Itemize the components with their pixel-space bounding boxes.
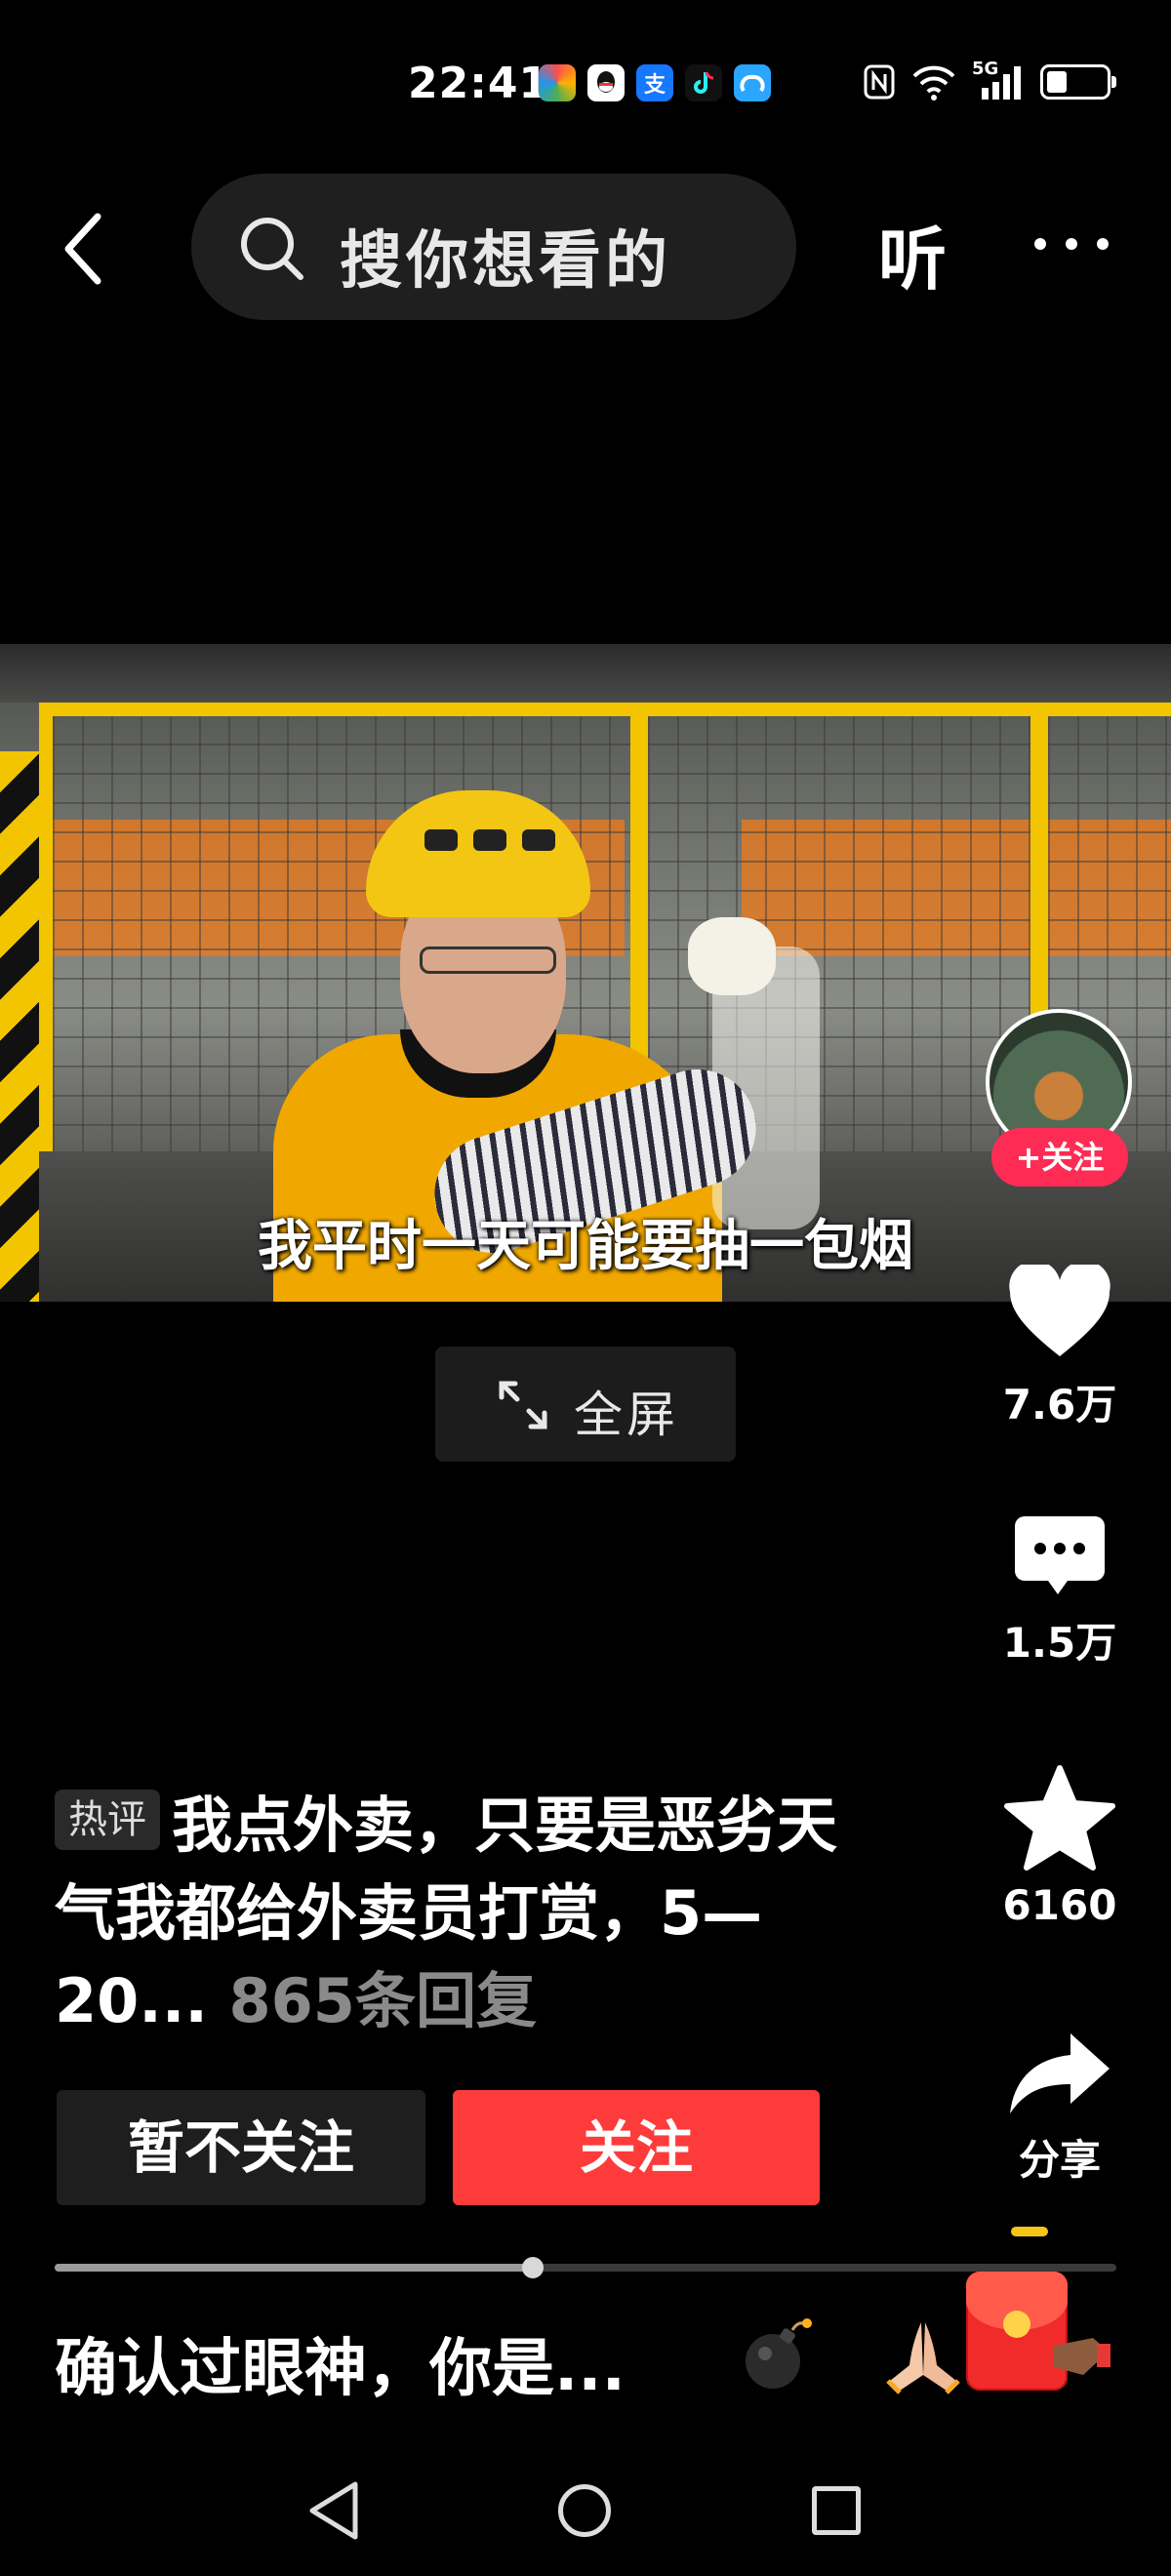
follow-button[interactable]: 关注	[453, 2090, 820, 2205]
listen-button[interactable]: 听	[878, 205, 947, 303]
qq-icon	[587, 64, 625, 101]
video-progress-bar[interactable]	[55, 2257, 1116, 2278]
fullscreen-label: 全屏	[574, 1387, 679, 1443]
comment-button[interactable]: 1.5万	[976, 1512, 1144, 1670]
follow-author-button[interactable]: +关注	[991, 1128, 1128, 1187]
cloud-icon	[734, 64, 771, 101]
progress-marker	[1011, 2227, 1048, 2236]
favorite-count: 6160	[1002, 1881, 1117, 1929]
pray-emoji-icon[interactable]	[882, 2316, 964, 2395]
handshake-emoji-icon[interactable]	[1054, 2316, 1112, 2395]
wifi-icon	[912, 65, 955, 101]
5g-signal-icon: 5G	[972, 59, 1027, 101]
like-count: 7.6万	[1002, 1381, 1117, 1429]
back-button[interactable]	[55, 205, 113, 293]
favorite-button[interactable]: 6160	[976, 1764, 1144, 1929]
nfc-icon	[864, 64, 895, 100]
share-button[interactable]: 分享	[976, 2030, 1144, 2187]
progress-fill	[55, 2264, 533, 2272]
status-time: 22:41	[408, 59, 550, 108]
hot-comment[interactable]: 热评 我点外卖，只要是恶劣天气我都给外卖员打赏，5—20... 865条回复	[55, 1782, 855, 2045]
status-bar: 22:41 支 5G	[0, 0, 1171, 166]
alipay-icon: 支	[636, 64, 673, 101]
search-placeholder: 搜你想看的	[340, 225, 671, 298]
hot-comment-tag: 热评	[55, 1790, 160, 1850]
not-now-button[interactable]: 暂不关注	[57, 2090, 425, 2205]
nav-home-icon[interactable]	[558, 2484, 611, 2537]
bottom-caption[interactable]: 确认过眼神，你是...	[55, 2318, 626, 2408]
nav-back-icon[interactable]	[304, 2478, 363, 2543]
notification-app-icons: 支	[539, 64, 771, 101]
expand-icon	[499, 1381, 547, 1429]
system-status-icons: 5G	[863, 59, 1116, 101]
search-icon	[241, 218, 303, 280]
star-icon	[1004, 1765, 1115, 1871]
signal-label: 5G	[972, 59, 999, 79]
red-packet-icon[interactable]	[966, 2272, 1068, 2391]
chevron-left-icon	[64, 213, 101, 285]
bomb-emoji-icon[interactable]	[738, 2316, 816, 2395]
search-input[interactable]: 搜你想看的	[191, 174, 796, 320]
share-label: 分享	[1018, 2136, 1101, 2184]
comment-count: 1.5万	[1002, 1619, 1117, 1667]
fullscreen-button[interactable]: 全屏	[435, 1347, 736, 1462]
comment-icon	[1015, 1516, 1105, 1594]
like-button[interactable]: 7.6万	[976, 1265, 1144, 1431]
more-options-icon[interactable]	[1034, 238, 1109, 250]
nav-recents-icon[interactable]	[812, 2486, 861, 2535]
battery-icon	[1040, 64, 1116, 100]
reply-count[interactable]: 865条回复	[229, 1965, 537, 2036]
share-arrow-icon	[1010, 2033, 1110, 2113]
photos-icon	[539, 64, 576, 101]
heart-icon	[1009, 1265, 1110, 1356]
douyin-icon	[685, 64, 722, 101]
progress-knob[interactable]	[521, 2257, 544, 2278]
